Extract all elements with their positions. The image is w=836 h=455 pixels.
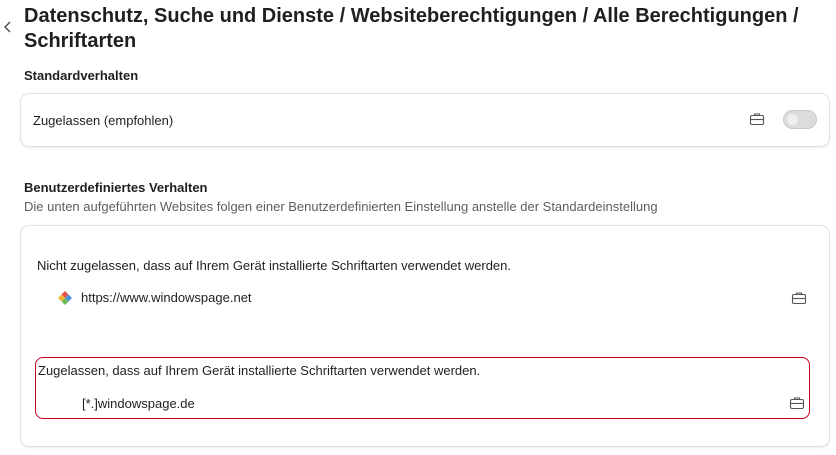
custom-behavior-heading: Benutzerdefiniertes Verhalten — [24, 180, 208, 195]
back-chevron-icon[interactable] — [3, 19, 15, 35]
toggle-knob — [787, 114, 798, 125]
custom-behavior-description: Die unten aufgeführten Websites folgen e… — [24, 199, 658, 214]
blocked-site-url[interactable]: https://www.windowspage.net — [81, 290, 252, 305]
default-allow-toggle[interactable] — [783, 110, 817, 129]
default-behavior-card: Zugelassen (empfohlen) — [20, 93, 830, 147]
page-title: Datenschutz, Suche und Dienste / Website… — [24, 5, 799, 52]
briefcase-icon[interactable] — [749, 112, 765, 126]
allowed-site-url[interactable]: [*.]windowspage.de — [82, 396, 195, 411]
allowed-group-highlight: Zugelassen, dass auf Ihrem Gerät install… — [35, 357, 810, 419]
briefcase-icon[interactable] — [789, 396, 805, 410]
default-behavior-heading: Standardverhalten — [24, 68, 139, 83]
blocked-group-label: Nicht zugelassen, dass auf Ihrem Gerät i… — [37, 258, 512, 273]
allowed-group-label: Zugelassen, dass auf Ihrem Gerät install… — [38, 363, 481, 378]
windowspage-favicon-icon — [58, 291, 72, 305]
default-setting-label: Zugelassen (empfohlen) — [33, 113, 174, 128]
briefcase-icon[interactable] — [791, 291, 807, 305]
custom-behavior-card: Nicht zugelassen, dass auf Ihrem Gerät i… — [20, 225, 830, 447]
